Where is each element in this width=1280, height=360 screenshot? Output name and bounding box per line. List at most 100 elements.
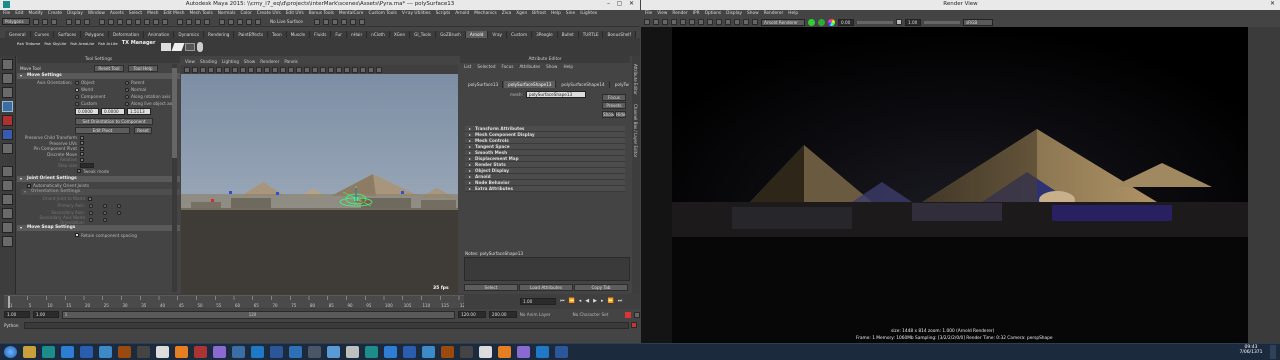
viber-icon[interactable] [213, 346, 226, 358]
menu-edit-uvs[interactable]: Edit UVs [286, 11, 304, 16]
maya-taskbar-icon[interactable] [42, 346, 55, 358]
retain-spacing-checkbox[interactable] [75, 233, 79, 237]
range-bar[interactable]: 1 120 [61, 310, 456, 319]
vp-menu-show[interactable]: Show [244, 59, 255, 64]
time-slider[interactable]: 1 5 10 15 20 25 30 35 40 45 50 55 60 65 70 75 80 85 90 95 10… [0, 294, 640, 309]
hide-button[interactable]: Hide [615, 111, 626, 118]
shelf-button-arealite[interactable]: Rsh AreaLite [69, 40, 95, 54]
word-icon[interactable] [270, 346, 283, 358]
time-slider-track[interactable]: 1 5 10 15 20 25 30 35 40 45 50 55 60 65 70 75 80 85 90 95 10… [4, 295, 468, 308]
rv-menu-show[interactable]: Show [747, 11, 759, 16]
illustrator-icon[interactable] [118, 346, 131, 358]
alpha-channel-icon[interactable] [725, 19, 731, 25]
spot-light-icon[interactable] [171, 43, 185, 51]
ae-menu-show[interactable]: Show [546, 64, 557, 69]
ae-menu-attributes[interactable]: Attributes [519, 64, 540, 69]
select-joints-icon[interactable] [117, 18, 123, 25]
ie-icon[interactable] [251, 346, 264, 358]
shelf-tab-toon[interactable]: Toon [268, 30, 287, 38]
redo-render-icon[interactable] [644, 19, 650, 25]
grid-icon[interactable] [216, 66, 222, 73]
wireframe-on-shaded-icon[interactable] [288, 66, 294, 73]
last-tool-icon[interactable] [2, 143, 13, 154]
vp-menu-view[interactable]: View [185, 59, 195, 64]
ae-menu-focus[interactable]: Focus [501, 64, 513, 69]
menu-ziva[interactable]: Ziva [502, 11, 511, 16]
tweak-mode-checkbox[interactable] [77, 169, 81, 173]
orientation-settings-header[interactable]: Orientation Settings [21, 189, 180, 195]
shelf-tab-arnold[interactable]: Arnold [465, 30, 489, 38]
image-plane-icon[interactable] [208, 66, 214, 73]
move-tool-icon[interactable] [2, 101, 13, 112]
select-tool-icon[interactable] [2, 59, 13, 70]
renderer-dropdown[interactable]: Arnold Renderer [761, 18, 805, 26]
menu-mesh-tools[interactable]: Mesh Tools [189, 11, 212, 16]
app-icon-ie2[interactable] [536, 346, 549, 358]
persp-graph-icon[interactable] [2, 208, 13, 219]
menu-vray-utilities[interactable]: V-ray Utilities [402, 11, 431, 16]
symmetry-icon[interactable] [313, 18, 320, 25]
shelf-tab-nhair[interactable]: nHair [346, 30, 368, 38]
perspective-viewport[interactable]: View Shading Lighting Show Renderer Pane… [181, 58, 458, 294]
ae-menu-help[interactable]: Help [563, 64, 573, 69]
orient-x-field[interactable]: 0.0000 [75, 108, 99, 115]
rv-menu-ipr[interactable]: IPR [693, 11, 700, 16]
bookmark-icon[interactable] [200, 66, 206, 73]
select-handles-icon[interactable] [108, 18, 114, 25]
secondary-world-y-radio[interactable] [103, 217, 107, 222]
primary-z-radio[interactable] [117, 203, 121, 208]
app-icon-purple2[interactable] [517, 346, 530, 358]
xray-icon[interactable] [360, 66, 366, 73]
vp-menu-panels[interactable]: Panels [284, 59, 297, 64]
app-icon-red[interactable] [194, 346, 207, 358]
character-set-dropdown[interactable]: No Character Set [572, 312, 622, 317]
ambient-occlusion-icon[interactable] [320, 66, 326, 73]
rv-menu-help[interactable]: Help [788, 11, 798, 16]
rgb-channels-icon[interactable] [689, 19, 695, 25]
menu-sine[interactable]: Sine [566, 11, 575, 16]
range-start2-field[interactable]: 1.00 [32, 311, 59, 318]
snap-point-icon[interactable] [195, 18, 201, 25]
shelf-tab-muscle[interactable]: Muscle [286, 30, 311, 38]
gamma-icon[interactable] [896, 19, 902, 25]
preserve-child-checkbox[interactable] [80, 135, 84, 140]
script-editor-icon[interactable] [631, 322, 637, 328]
lights-icon[interactable] [304, 66, 310, 73]
render-region-icon[interactable] [653, 19, 659, 25]
clock[interactable]: 09:43 7/06/1371 [1238, 345, 1264, 355]
menu-bifrost[interactable]: Bifrost [532, 11, 546, 16]
rv-menu-display[interactable]: Display [726, 11, 742, 16]
menu-custom-tools[interactable]: Custom Tools [368, 11, 396, 16]
four-view-icon[interactable] [2, 180, 13, 191]
photoshop-icon[interactable] [80, 346, 93, 358]
auto-orient-checkbox[interactable] [27, 183, 31, 188]
close-button[interactable]: ✕ [627, 0, 636, 9]
shelf-tab-3poogle[interactable]: 3Poogle [532, 30, 558, 38]
shelf-tab-custom[interactable]: Custom [507, 30, 533, 38]
select-render-icon[interactable] [162, 18, 168, 25]
isolate-select-icon[interactable] [352, 66, 358, 73]
menu-mentalcore[interactable]: MentalCore [339, 11, 364, 16]
show-desktop-button[interactable] [1270, 345, 1276, 359]
real-size-icon[interactable] [734, 19, 740, 25]
current-time-field[interactable]: 1.00 [520, 298, 556, 305]
resolution-gate-icon[interactable] [232, 66, 238, 73]
gate-mask-icon[interactable] [240, 66, 246, 73]
snap-curve-icon[interactable] [186, 18, 192, 25]
shelf-button-tridome[interactable]: Rsh Tridome [16, 40, 41, 54]
field-chart-icon[interactable] [248, 66, 254, 73]
select-surfaces-icon[interactable] [135, 18, 141, 25]
select-component-icon[interactable] [84, 18, 90, 25]
load-attributes-button[interactable]: Load Attributes [519, 284, 573, 291]
input-line-icon[interactable] [358, 18, 365, 25]
ae-menu-selected[interactable]: Selected [477, 64, 495, 69]
depth-of-field-icon[interactable] [344, 66, 350, 73]
minimize-button[interactable]: – [604, 0, 613, 9]
radio-object[interactable] [75, 80, 79, 85]
shelf-tab-ncloth[interactable]: nCloth [367, 30, 390, 38]
shelf-tab-dynamics[interactable]: Dynamics [174, 30, 205, 38]
secondary-world-x-radio[interactable] [89, 217, 93, 222]
ae-tab-polytw[interactable]: polyTw [610, 81, 634, 88]
shelf-tab-painteffects[interactable]: PaintEffects [234, 30, 269, 38]
shelf-tab-vray[interactable]: Vray [488, 30, 508, 38]
